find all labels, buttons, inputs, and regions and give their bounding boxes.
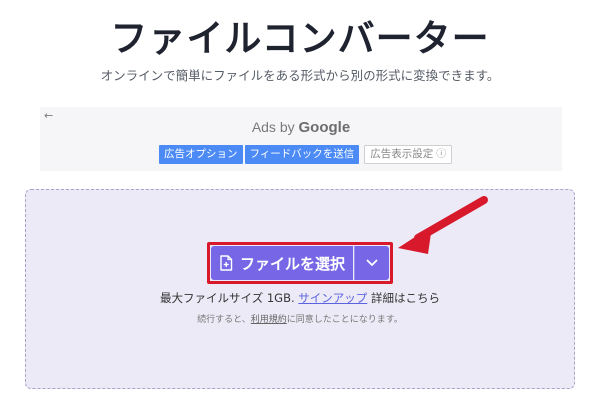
ad-buttons: 広告オプション フィードバックを送信 広告表示設定 ⓘ <box>159 145 453 164</box>
terms-suffix: に同意したことになります。 <box>286 315 403 325</box>
page-subtitle: オンラインで簡単にファイルをある形式から別の形式に変換できます。 <box>100 68 500 83</box>
info-icon: ⓘ <box>436 149 447 160</box>
choose-file-label: ファイルを選択 <box>239 254 345 273</box>
terms-notice: 続行すると、利用規約に同意したことになります。 <box>0 314 600 327</box>
ad-settings-label: 広告表示設定 <box>370 148 434 160</box>
terms-prefix: 続行すると、 <box>197 315 251 325</box>
terms-link[interactable]: 利用規約 <box>251 315 287 325</box>
file-plus-icon <box>220 255 233 271</box>
ad-options-button[interactable]: 広告オプション <box>159 145 243 164</box>
send-feedback-button[interactable]: フィードバックを送信 <box>244 145 360 164</box>
choose-file-button[interactable]: ファイルを選択 <box>211 246 353 280</box>
chevron-down-icon <box>366 259 378 266</box>
ads-by-label: Ads by <box>251 119 295 135</box>
details-text: 詳細はこちら <box>370 291 440 305</box>
source-dropdown-button[interactable] <box>354 246 389 280</box>
google-brand: Google <box>298 119 351 136</box>
ad-settings-button[interactable]: 広告表示設定 ⓘ <box>364 145 453 164</box>
red-pointer-arrow-icon <box>398 196 488 254</box>
ad-box: ← Ads by Google 広告オプション フィードバックを送信 広告表示設… <box>40 107 562 171</box>
max-size-text: 最大ファイルサイズ 1GB. <box>160 291 295 305</box>
signup-link[interactable]: サインアップ <box>298 291 367 305</box>
ads-by-google: Ads by Google <box>40 119 562 136</box>
max-size-info: 最大ファイルサイズ 1GB. サインアップ 詳細はこちら <box>0 290 600 306</box>
page-title: ファイルコンバーター <box>110 17 490 60</box>
